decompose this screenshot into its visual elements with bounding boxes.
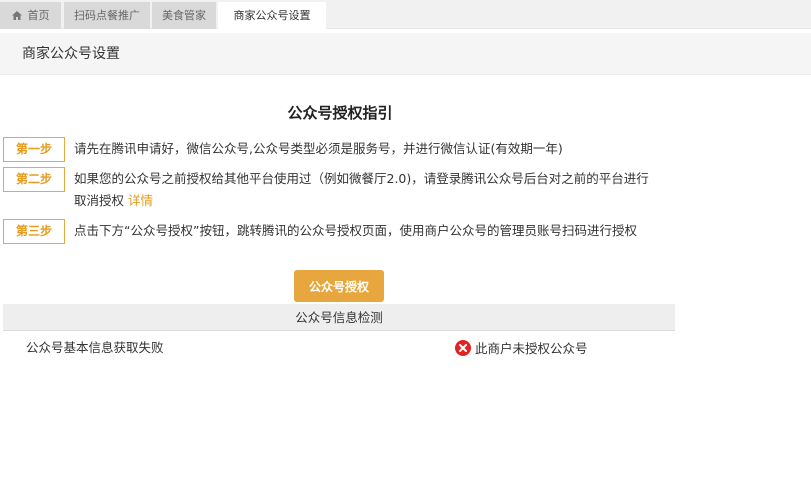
step-3-description: 点击下方“公众号授权”按钮，跳转腾讯的公众号授权页面，使用商户公众号的管理员账号… xyxy=(74,223,637,238)
tab-label: 商家公众号设置 xyxy=(233,9,311,22)
tab-label: 美食管家 xyxy=(162,9,206,22)
step-1-text: 请先在腾讯申请好，微信公众号,公众号类型必须是服务号，并进行微信认证(有效期一年… xyxy=(74,138,649,160)
tab-merchant-official-account-settings[interactable]: 商家公众号设置 xyxy=(218,2,326,29)
tab-label: 首页 xyxy=(27,9,50,22)
step-3-badge: 第三步 xyxy=(3,219,65,244)
step-1-badge: 第一步 xyxy=(3,137,65,162)
official-account-authorize-button[interactable]: 公众号授权 xyxy=(294,270,384,302)
tab-bar: 首页 扫码点餐推广 美食管家 商家公众号设置 xyxy=(0,0,811,29)
authorization-status-text: 此商户未授权公众号 xyxy=(475,341,588,356)
guide-title: 公众号授权指引 xyxy=(287,104,393,122)
tab-label: 扫码点餐推广 xyxy=(74,9,140,22)
step-2-badge: 第二步 xyxy=(3,167,65,192)
check-section-header: 公众号信息检测 xyxy=(3,304,675,331)
step-2-text: 如果您的公众号之前授权给其他平台使用过（例如微餐厅2.0)，请登录腾讯公众号后台… xyxy=(74,168,649,212)
page-title: 商家公众号设置 xyxy=(22,46,120,62)
authorization-status: 此商户未授权公众号 xyxy=(455,340,588,357)
home-icon xyxy=(11,11,22,20)
step-1-description: 请先在腾讯申请好，微信公众号,公众号类型必须是服务号，并进行微信认证(有效期一年… xyxy=(74,141,563,156)
step-2-description: 如果您的公众号之前授权给其他平台使用过（例如微餐厅2.0)，请登录腾讯公众号后台… xyxy=(74,171,649,208)
page-header: 商家公众号设置 xyxy=(0,33,811,75)
tab-home[interactable]: 首页 xyxy=(0,2,61,29)
step-3-text: 点击下方“公众号授权”按钮，跳转腾讯的公众号授权页面，使用商户公众号的管理员账号… xyxy=(74,220,649,242)
tab-food-manager[interactable]: 美食管家 xyxy=(152,2,216,29)
detail-link[interactable]: 详情 xyxy=(128,193,153,208)
error-icon xyxy=(455,340,471,356)
tab-scan-order-promotion[interactable]: 扫码点餐推广 xyxy=(64,2,150,29)
info-fetch-status-label: 公众号基本信息获取失败 xyxy=(26,340,164,355)
